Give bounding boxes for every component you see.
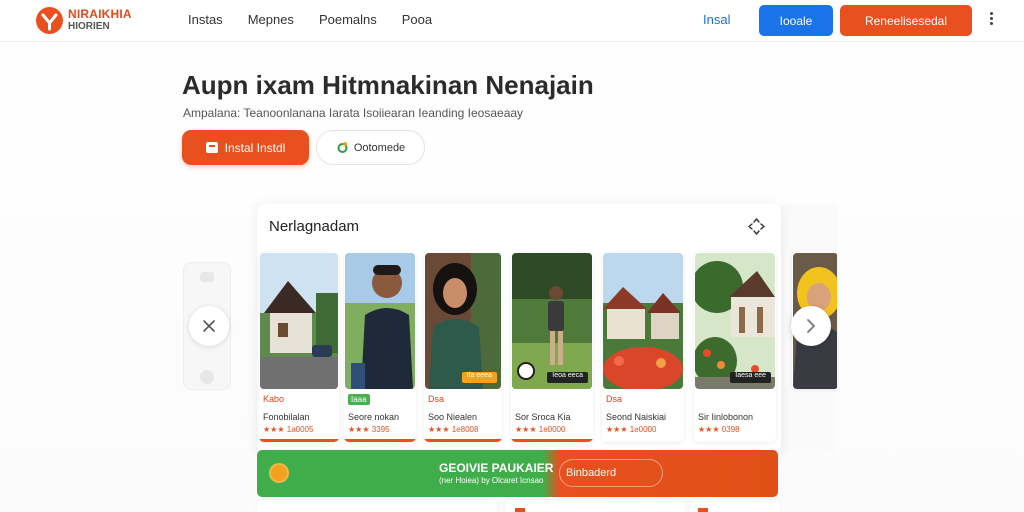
brand-logo[interactable]: NIRAIKHIA HIORIEN (36, 6, 148, 36)
more-menu-icon[interactable] (985, 10, 997, 30)
brand-logo-icon (36, 7, 63, 34)
place-badge: Kabo (263, 394, 285, 404)
active-indicator (259, 439, 339, 442)
place-card[interactable]: Ifa eeea Dsa Soo Niealen ★★★ 1e8008 (424, 252, 502, 442)
place-rating: ★★★ 1e8008 (428, 425, 479, 434)
hero-install-button[interactable]: Instal Instdl (182, 130, 309, 165)
place-name: Sor Sroca Kia (515, 412, 571, 422)
hero-install-label: Instal Instdl (224, 140, 286, 155)
brand-tagline: HIORIEN (68, 21, 110, 32)
place-card[interactable]: Kabo Fonobilalan ★★★ 1a0005 (259, 252, 339, 442)
close-icon (203, 320, 215, 332)
cta-button[interactable]: Reneelisesedal (840, 5, 972, 36)
place-photo: Iaesa eee (695, 253, 775, 389)
leaf-icon (337, 142, 348, 153)
top-nav-bar: NIRAIKHIA HIORIEN Instas Mepnes Poemalns… (0, 0, 1024, 42)
side-control-bottom-icon[interactable] (200, 370, 214, 384)
primary-button[interactable]: Iooale (759, 5, 833, 36)
hero-secondary-button[interactable]: Ootomede (316, 130, 425, 165)
close-button[interactable] (189, 306, 229, 346)
app-page: NIRAIKHIA HIORIEN Instas Mepnes Poemalns… (0, 0, 1024, 512)
nav-link-2[interactable]: Mepnes (248, 12, 294, 27)
chevron-right-icon (807, 319, 816, 333)
promo-banner[interactable]: GEOIVIE PAUKAIER (ner Hoiea) by Olcaret … (257, 450, 778, 497)
section-marker (515, 508, 525, 512)
place-card[interactable]: Dsa Seond Naiskiai ★★★ 1e0000 (602, 252, 684, 442)
place-photo (603, 253, 683, 389)
install-link[interactable]: Insal (703, 12, 730, 27)
place-badge: Dsa (606, 394, 623, 404)
place-photo: Ifa eeea (425, 253, 501, 389)
active-indicator (511, 439, 593, 442)
brand-name: NIRAIKHIA (68, 7, 132, 21)
side-control-top-icon[interactable] (200, 272, 214, 282)
place-badge: Dsa (428, 394, 445, 404)
next-arrow-button[interactable] (791, 306, 831, 346)
hero-title: Aupn ixam Hitmnakinan Nenajain (182, 70, 594, 100)
main-nav: Instas Mepnes Poemalns Pooa (188, 12, 457, 27)
widget-title: Nerlagnadam (269, 218, 360, 235)
nav-link-3[interactable]: Poemalns (319, 12, 377, 27)
hero-secondary-label: Ootomede (353, 141, 406, 154)
place-name: Soo Niealen (428, 412, 478, 422)
move-icon[interactable] (748, 218, 765, 235)
place-name: Seond Naiskiai (606, 412, 667, 422)
place-photo (345, 253, 415, 389)
place-rating: ★★★ 1a0005 (263, 425, 314, 434)
place-badge: Iaaa (348, 394, 370, 405)
photo-tag: Ifa eeea (461, 372, 497, 383)
active-indicator (424, 439, 502, 442)
next-section-card (257, 500, 497, 512)
place-card[interactable]: Ieoa eeca Sor Sroca Kia ★★★ 1e0000 (511, 252, 593, 442)
hero-subtitle: Ampalana: Teanoonlanana Iarata Isoiieara… (183, 106, 524, 120)
place-rating: ★★★ 0398 (698, 425, 740, 434)
photo-tag: Iaesa eee (730, 372, 771, 383)
place-photo: Ieoa eeca (512, 253, 592, 389)
photo-tag: Ieoa eeca (547, 372, 588, 383)
place-name: Fonobilalan (263, 412, 310, 422)
place-name: Sir Iinlobonon (698, 412, 754, 422)
place-rating: ★★★ 3395 (348, 425, 390, 434)
place-photo (260, 253, 338, 389)
download-icon (205, 142, 218, 153)
nav-link-1[interactable]: Instas (188, 12, 223, 27)
place-rating: ★★★ 1e0000 (606, 425, 657, 434)
next-section-card (505, 500, 685, 512)
place-rating: ★★★ 1e0000 (515, 425, 566, 434)
place-card[interactable]: Iaesa eee Sir Iinlobonon ★★★ 0398 (694, 252, 776, 442)
promo-subtitle: (ner Hoiea) by Olcaret Icnsao (439, 476, 544, 485)
section-marker (698, 508, 708, 512)
place-card[interactable]: Iaaa Seore nokan ★★★ 3395 (344, 252, 416, 442)
active-indicator (344, 439, 416, 442)
promo-button[interactable]: Binbaderd (559, 459, 663, 487)
place-name: Seore nokan (348, 412, 400, 422)
nav-link-4[interactable]: Pooa (402, 12, 432, 27)
location-pin-icon (269, 463, 289, 483)
promo-title: GEOIVIE PAUKAIER (439, 461, 554, 475)
